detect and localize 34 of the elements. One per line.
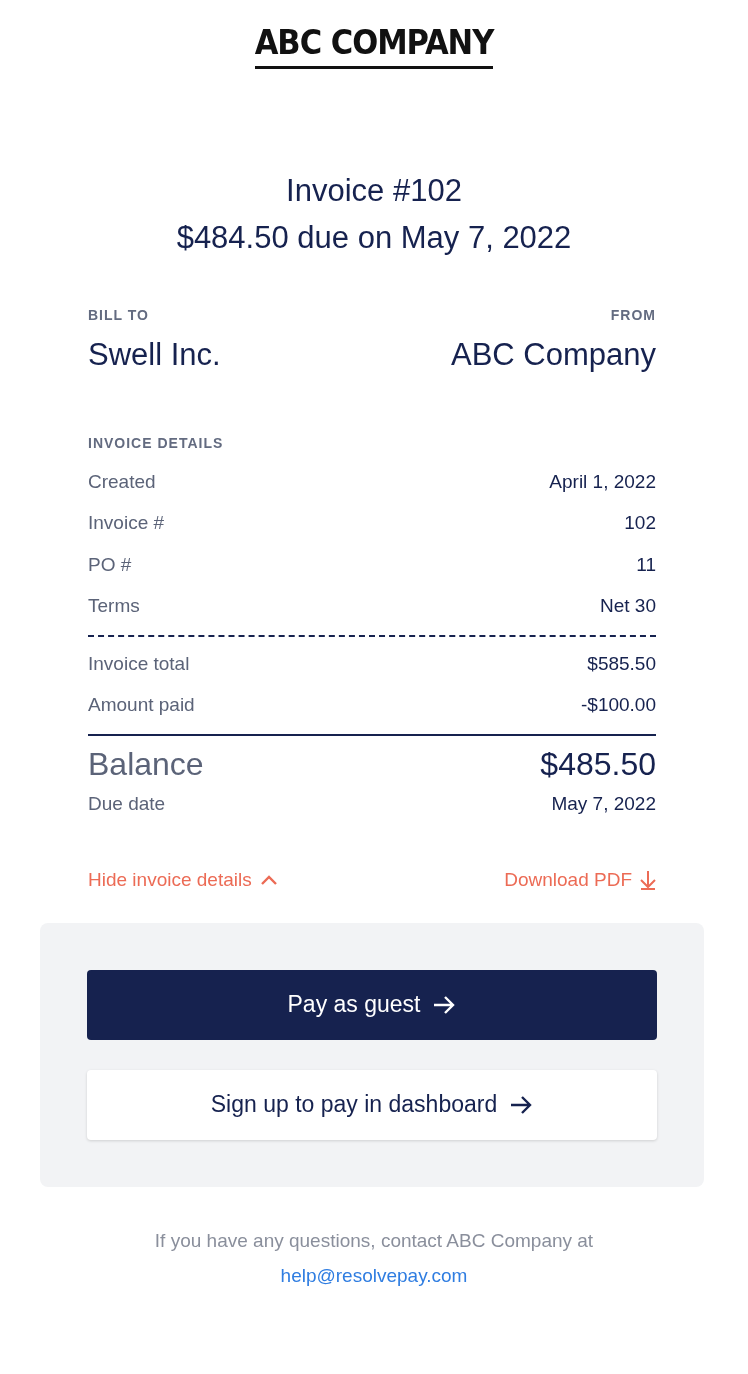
invoice-title: Invoice #102 <box>285 172 463 210</box>
detail-value: April 1, 2022 <box>549 470 656 493</box>
detail-value: Net 30 <box>600 595 656 618</box>
amount-due: $484.50 due on May 7, 2022 <box>175 219 573 257</box>
detail-label: Terms <box>88 595 140 618</box>
arrow-right-icon <box>509 1094 534 1115</box>
party-name: ABC Company <box>450 337 656 373</box>
balance-label: Balance <box>88 746 204 783</box>
total-value: -$100.00 <box>581 694 656 717</box>
chevron-up-icon <box>259 873 278 886</box>
detail-label: PO # <box>88 553 132 576</box>
section-label: BILL TO <box>88 307 150 323</box>
email-link[interactable]: help@resolvepay.com <box>280 1264 468 1286</box>
toggle-details-link[interactable]: Hide invoice details <box>88 868 278 891</box>
total-value: $585.50 <box>587 652 656 675</box>
download-icon <box>640 869 656 890</box>
section-label: FROM <box>610 307 656 323</box>
party-name: Swell Inc. <box>88 337 221 373</box>
due-date-label: Due date <box>88 792 166 815</box>
download-link[interactable]: Download PDF <box>504 868 656 891</box>
detail-label: Invoice # <box>88 512 165 535</box>
detail-value: 102 <box>624 512 656 535</box>
detail-value: 11 <box>636 553 656 576</box>
detail-label: Created <box>88 470 156 493</box>
footer-text: If you have any questions, contact ABC Company at <box>153 1228 595 1253</box>
balance-value: $485.50 <box>540 746 656 783</box>
pay-button[interactable]: Pay as guest <box>87 969 657 1040</box>
company-logo: ABC COMPANY <box>254 20 494 69</box>
total-label: Amount paid <box>88 694 195 717</box>
arrow-right-icon <box>432 994 457 1015</box>
section-label: INVOICE DETAILS <box>88 435 225 451</box>
sign-up-button[interactable]: Sign up to pay in dashboard <box>87 1069 657 1140</box>
total-label: Invoice total <box>88 652 190 675</box>
due-date-value: May 7, 2022 <box>551 792 656 815</box>
